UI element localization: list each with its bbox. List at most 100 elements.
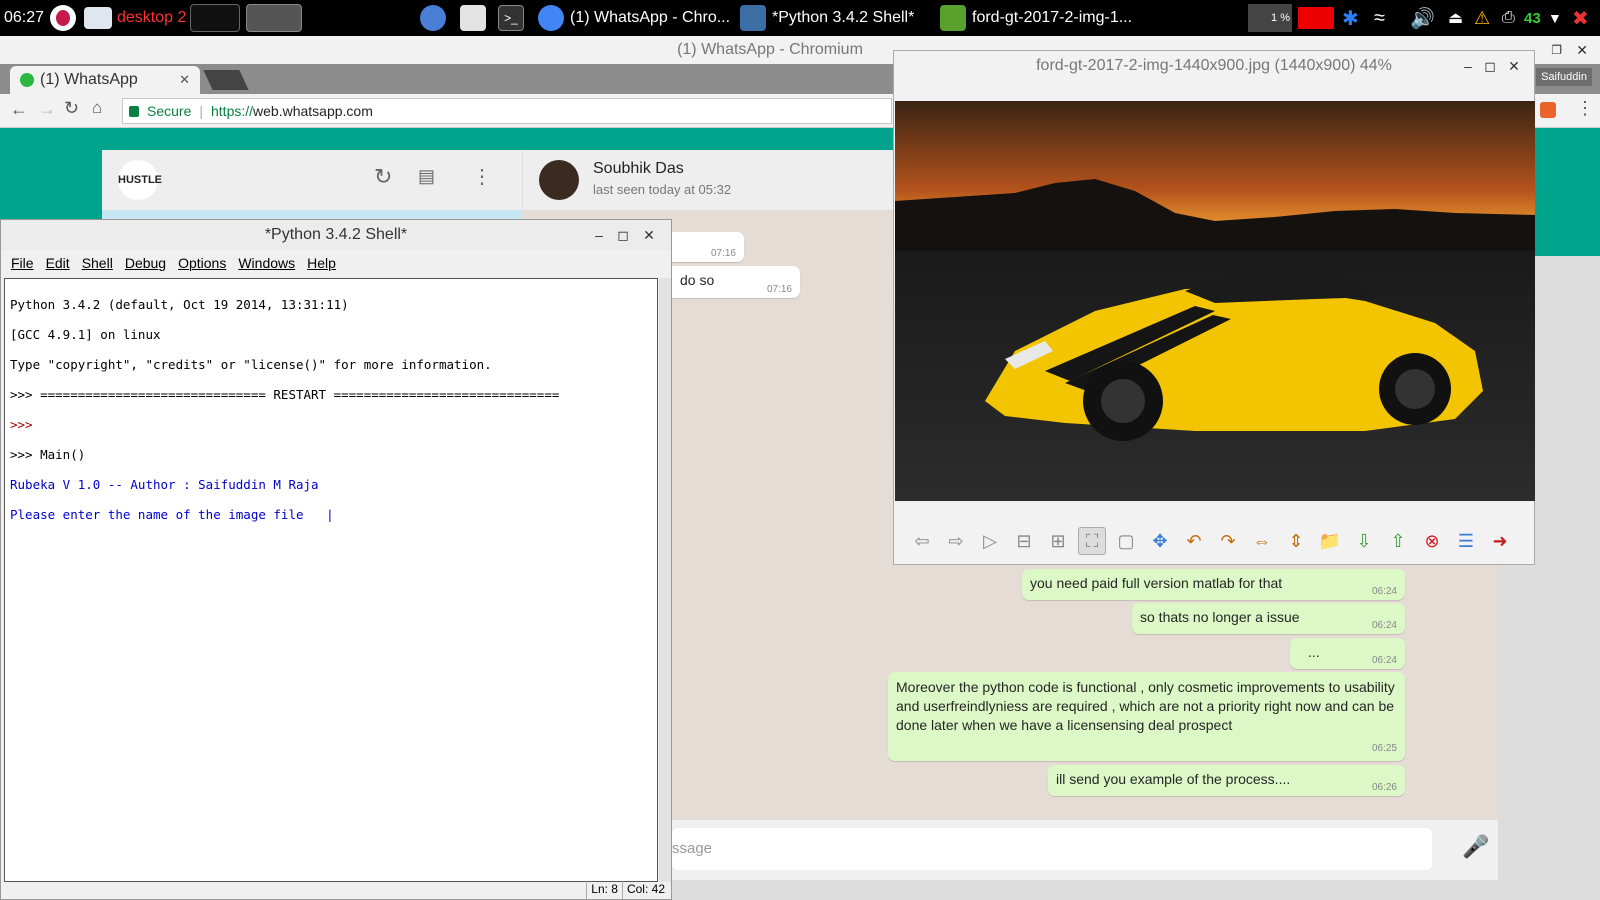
python-shell-titlebar: *Python 3.4.2 Shell* – ◻ ✕ xyxy=(1,220,671,250)
menu-edit[interactable]: Edit xyxy=(46,250,70,276)
slideshow-icon[interactable]: ▷ xyxy=(976,527,1004,555)
maximize-icon[interactable]: ◻ xyxy=(1480,51,1500,81)
python-shell-menubar: File Edit Shell Debug Options Windows He… xyxy=(1,250,671,276)
extension-icon[interactable] xyxy=(1540,102,1556,118)
column-number: Col: 42 xyxy=(621,881,669,899)
menu-windows[interactable]: Windows xyxy=(238,250,295,276)
bluetooth-icon[interactable]: ✱ xyxy=(1342,0,1359,36)
minimize-icon[interactable]: – xyxy=(589,220,609,250)
shell-line: [GCC 4.9.1] on linux xyxy=(10,327,161,342)
message-bubble[interactable]: so thats no longer a issue 06:24 xyxy=(1132,603,1405,634)
chromium-icon xyxy=(538,5,564,31)
car-photo xyxy=(895,101,1535,501)
original-size-icon[interactable]: ▢ xyxy=(1112,527,1140,555)
message-bubble[interactable]: you need paid full version matlab for th… xyxy=(1022,569,1405,600)
volume-icon[interactable]: 🔊 xyxy=(1410,0,1435,36)
status-bar: Ln: 8 Col: 42 xyxy=(586,881,669,899)
contact-name[interactable]: Soubhik Das xyxy=(593,160,684,178)
save-icon[interactable]: ⇩ xyxy=(1350,527,1378,555)
new-tab-button[interactable] xyxy=(203,70,249,90)
file-manager-icon[interactable] xyxy=(460,0,486,36)
quit-icon[interactable]: ➜ xyxy=(1486,527,1514,555)
desktop-pager-2[interactable] xyxy=(246,0,302,36)
desktop-switcher-icon[interactable] xyxy=(84,0,112,36)
restore-icon[interactable]: ❐ xyxy=(1551,36,1562,64)
vertical-scrollbar[interactable] xyxy=(659,278,671,882)
save-as-icon[interactable]: ⇧ xyxy=(1384,527,1412,555)
close-icon[interactable]: ✕ xyxy=(1504,51,1524,81)
fit-window-icon[interactable]: ⛶ xyxy=(1078,527,1106,555)
compose-bar: ssage 🎤 xyxy=(672,820,1498,880)
reload-icon[interactable]: ↻ xyxy=(64,98,79,119)
shell-text-area[interactable]: Python 3.4.2 (default, Oct 19 2014, 13:3… xyxy=(4,278,658,882)
python-icon xyxy=(740,5,766,31)
whatsapp-favicon-icon xyxy=(20,73,34,87)
clock: 06:27 xyxy=(4,9,45,26)
minimize-icon[interactable]: – xyxy=(1458,51,1478,81)
back-icon[interactable]: ← xyxy=(10,99,28,120)
zoom-in-icon[interactable]: ⊞ xyxy=(1044,527,1072,555)
last-seen: last seen today at 05:32 xyxy=(593,182,732,197)
forward-icon[interactable]: → xyxy=(38,99,56,120)
avatar[interactable]: HUSTLE xyxy=(118,160,162,200)
tab-whatsapp[interactable]: (1) WhatsApp ✕ xyxy=(10,66,200,94)
profile-badge[interactable]: Saifuddin xyxy=(1536,68,1592,86)
new-chat-icon[interactable]: ▤ xyxy=(418,166,435,187)
wifi-icon[interactable]: ≈ xyxy=(1374,0,1385,36)
close-icon[interactable]: ✕ xyxy=(1576,36,1588,64)
status-icon[interactable]: ↻ xyxy=(374,164,392,190)
shell-line: Type "copyright", "credits" or "license(… xyxy=(10,357,492,372)
terminal-icon[interactable]: >_ xyxy=(498,0,524,36)
menu-file[interactable]: File xyxy=(11,250,34,276)
desktop-pager-1[interactable] xyxy=(190,0,240,36)
rotate-right-icon[interactable]: ↷ xyxy=(1214,527,1242,555)
shell-line: >>> ============================== RESTA… xyxy=(10,387,560,402)
address-bar[interactable]: Secure | https:// web.whatsapp.com xyxy=(122,98,892,124)
preferences-icon[interactable]: ☰ xyxy=(1452,527,1480,555)
microphone-icon[interactable]: 🎤 xyxy=(1462,834,1489,860)
lock-icon xyxy=(129,105,139,117)
menu-icon[interactable]: ⋮ xyxy=(472,164,492,189)
chromium-task-button[interactable]: (1) WhatsApp - Chro... xyxy=(538,0,730,36)
image-viewer-task-button[interactable]: ford-gt-2017-2-img-1... xyxy=(940,0,1132,36)
image-viewer-icon xyxy=(940,5,966,31)
eject-icon[interactable]: ⏏ xyxy=(1448,0,1463,36)
python-shell-task-button[interactable]: *Python 3.4.2 Shell* xyxy=(740,0,914,36)
home-icon[interactable]: ⌂ xyxy=(92,98,102,118)
menu-shell[interactable]: Shell xyxy=(82,250,113,276)
whatsapp-sidebar-header: HUSTLE ↻ ▤ ⋮ xyxy=(102,150,522,210)
printer-icon[interactable]: ⎙ xyxy=(1502,0,1515,36)
shell-line: >>> Main() xyxy=(10,447,86,462)
next-image-icon[interactable]: ⇨ xyxy=(942,527,970,555)
menu-options[interactable]: Options xyxy=(178,250,226,276)
rotate-left-icon[interactable]: ↶ xyxy=(1180,527,1208,555)
raspberry-menu-icon[interactable] xyxy=(50,0,76,36)
flip-horizontal-icon[interactable]: ⇔ xyxy=(1248,527,1276,555)
cpu-graph xyxy=(1298,0,1334,36)
network-icon[interactable]: ▼ xyxy=(1548,0,1562,36)
chrome-menu-icon[interactable]: ⋮ xyxy=(1576,98,1594,119)
menu-debug[interactable]: Debug xyxy=(125,250,166,276)
delete-icon[interactable]: ⊗ xyxy=(1418,527,1446,555)
message-bubble[interactable]: Moreover the python code is functional ,… xyxy=(888,672,1405,761)
maximize-icon[interactable]: ◻ xyxy=(613,220,633,250)
tab-close-icon[interactable]: ✕ xyxy=(179,72,190,88)
cpu-monitor: 1 % xyxy=(1248,0,1292,36)
taskbar: 06:27 desktop 2 >_ (1) WhatsApp - Chro..… xyxy=(0,0,1600,36)
fullscreen-icon[interactable]: ✥ xyxy=(1146,527,1174,555)
desktop-label[interactable]: desktop 2 xyxy=(117,0,186,36)
flip-vertical-icon[interactable]: ⇕ xyxy=(1282,527,1310,555)
shell-line: Please enter the name of the image file … xyxy=(10,507,334,522)
menu-help[interactable]: Help xyxy=(307,250,336,276)
browser-launcher-icon[interactable] xyxy=(420,0,446,36)
message-bubble[interactable]: ill send you example of the process.... … xyxy=(1048,765,1405,796)
previous-image-icon[interactable]: ⇦ xyxy=(908,527,936,555)
power-icon[interactable]: ✖ xyxy=(1572,0,1589,36)
open-file-icon[interactable]: 📁 xyxy=(1316,527,1344,555)
contact-avatar[interactable] xyxy=(539,160,579,200)
warning-icon[interactable]: ⚠ xyxy=(1474,0,1490,36)
message-bubble[interactable]: ... 06:24 xyxy=(1290,638,1405,669)
close-icon[interactable]: ✕ xyxy=(639,220,659,250)
zoom-out-icon[interactable]: ⊟ xyxy=(1010,527,1038,555)
message-input[interactable]: ssage xyxy=(672,828,1432,870)
